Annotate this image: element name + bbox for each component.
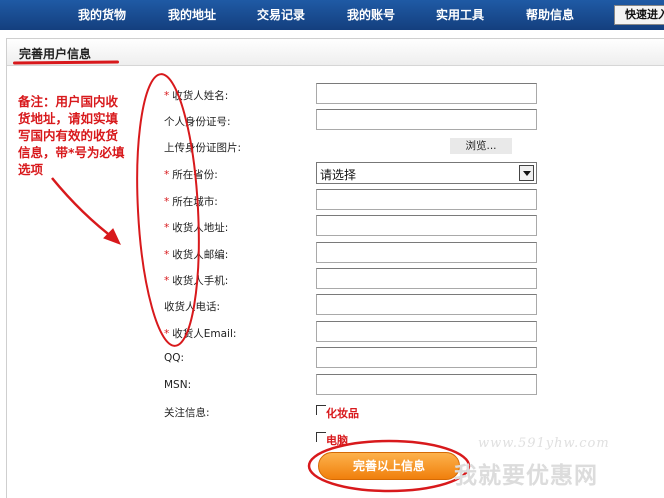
mobile-input[interactable] [316, 268, 537, 289]
required-mark: * [164, 169, 170, 181]
id-number-label: 个人身份证号: [164, 116, 231, 128]
id-photo-label: 上传身份证图片: [164, 142, 242, 154]
province-label: * 所在省份: [164, 169, 218, 181]
province-selected-value: 请选择 [320, 168, 357, 182]
id-number-input[interactable] [316, 109, 537, 130]
nav-item-help[interactable]: 帮助信息 [526, 0, 574, 30]
email-input[interactable] [316, 321, 537, 342]
nav-item-my-account[interactable]: 我的账号 [347, 0, 395, 30]
submit-button[interactable]: 完善以上信息 [318, 452, 460, 480]
browse-button[interactable]: 浏览... [450, 138, 512, 154]
nav-item-my-goods[interactable]: 我的货物 [78, 0, 126, 30]
phone-label: 收货人电话: [164, 301, 221, 313]
name-input[interactable] [316, 83, 537, 104]
top-navigation-bar: 我的货物 我的地址 交易记录 我的账号 实用工具 帮助信息 快速进入 [0, 0, 664, 30]
required-mark: * [164, 90, 170, 102]
nav-item-tools[interactable]: 实用工具 [436, 0, 484, 30]
qq-label: QQ: [164, 352, 185, 364]
watermark-logo: 我就要优惠网 [454, 463, 598, 489]
cosmetics-checkbox[interactable] [316, 405, 326, 415]
address-input[interactable] [316, 215, 537, 236]
required-mark: * [164, 196, 170, 208]
postcode-input[interactable] [316, 242, 537, 263]
chevron-down-icon[interactable] [519, 165, 534, 181]
cosmetics-option-label: 化妆品 [326, 407, 359, 420]
qq-input[interactable] [316, 347, 537, 368]
panel-title: 完善用户信息 [19, 47, 92, 61]
annotation-note: 备注：用户国内收货地址，请如实填写国内有效的收货信息，带*号为必填选项 [18, 94, 125, 177]
computer-checkbox[interactable] [316, 432, 326, 442]
id-photo-file-path[interactable] [316, 139, 448, 154]
msn-label: MSN: [164, 379, 192, 391]
phone-input[interactable] [316, 294, 537, 315]
nav-item-transactions[interactable]: 交易记录 [257, 0, 305, 30]
required-mark: * [164, 275, 170, 287]
city-input[interactable] [316, 189, 537, 210]
quick-enter-button[interactable]: 快速进入 [614, 5, 664, 25]
required-mark: * [164, 249, 170, 261]
nav-item-my-address[interactable]: 我的地址 [168, 0, 216, 30]
mobile-label: * 收货人手机: [164, 275, 229, 287]
computer-option-label: 电脑 [326, 434, 348, 447]
name-label: * 收货人姓名: [164, 90, 229, 102]
title-underline-mark [12, 60, 120, 65]
msn-input[interactable] [316, 374, 537, 395]
panel-header: 完善用户信息 [7, 39, 664, 66]
required-mark: * [164, 222, 170, 234]
required-mark: * [164, 328, 170, 340]
province-select[interactable]: 请选择 [316, 162, 537, 184]
postcode-label: * 收货人邮编: [164, 249, 229, 261]
email-label: * 收货人Email: [164, 328, 237, 340]
city-label: * 所在城市: [164, 196, 218, 208]
watermark-url: www.591yhw.com [478, 436, 610, 451]
interest-label: 关注信息: [164, 407, 210, 419]
address-label: * 收货人地址: [164, 222, 229, 234]
